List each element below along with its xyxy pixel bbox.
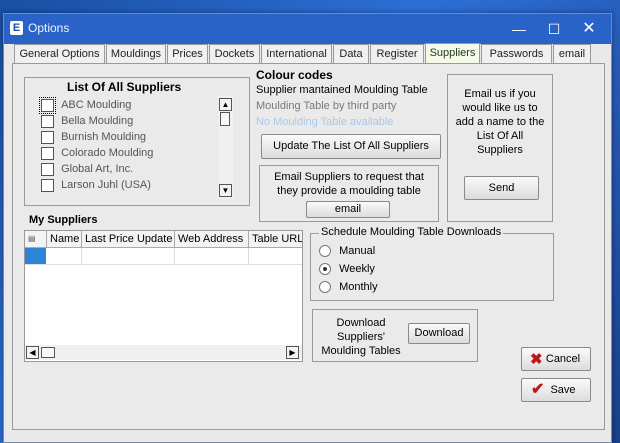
tab-general-options[interactable]: General Options bbox=[14, 44, 105, 63]
radio-button[interactable] bbox=[319, 263, 331, 276]
save-label: Save bbox=[550, 384, 576, 396]
supplier-item[interactable]: Global Art, Inc. bbox=[41, 161, 133, 177]
tab-suppliers[interactable]: Suppliers bbox=[425, 43, 480, 63]
tab-data[interactable]: Data bbox=[333, 44, 369, 63]
radio-manual[interactable]: Manual bbox=[319, 245, 376, 258]
colour-code-not-available: No Moulding Table available bbox=[256, 116, 394, 128]
app-icon: E bbox=[10, 21, 23, 35]
scroll-thumb[interactable] bbox=[220, 112, 230, 126]
scroll-left-icon[interactable]: ◀ bbox=[26, 346, 39, 359]
schedule-title: Schedule Moulding Table Downloads bbox=[319, 226, 504, 238]
column-header-name[interactable]: Name bbox=[47, 231, 82, 247]
supplier-item[interactable]: ABC Moulding bbox=[39, 96, 132, 114]
supplier-item[interactable]: Bella Moulding bbox=[41, 113, 133, 129]
checkbox[interactable] bbox=[41, 146, 54, 160]
my-suppliers-title: My Suppliers bbox=[29, 214, 98, 226]
column-header-web-address[interactable]: Web Address bbox=[175, 231, 249, 247]
download-text: Download Suppliers' Moulding Tables bbox=[321, 317, 401, 357]
tab-dockets[interactable]: Dockets bbox=[209, 44, 260, 63]
download-button[interactable]: Download bbox=[408, 323, 470, 344]
tab-register[interactable]: Register bbox=[370, 44, 424, 63]
checkbox[interactable] bbox=[39, 96, 56, 114]
supplier-item[interactable]: Larson Juhl (USA) bbox=[41, 177, 151, 193]
colour-codes-title: Colour codes bbox=[256, 68, 333, 82]
email-suppliers-group: Email Suppliers to request that they pro… bbox=[259, 165, 439, 222]
minimize-icon[interactable]: — bbox=[504, 18, 534, 40]
email-us-text: Email us if you would like us to add a n… bbox=[455, 88, 545, 156]
all-suppliers-title: List Of All Suppliers bbox=[67, 80, 182, 94]
radio-button[interactable] bbox=[319, 245, 331, 258]
table-row[interactable] bbox=[25, 248, 302, 265]
supplier-label: Colorado Moulding bbox=[61, 147, 154, 159]
my-suppliers-table[interactable]: ▤ Name Last Price Update Web Address Tab… bbox=[24, 230, 303, 362]
scroll-down-icon[interactable]: ▼ bbox=[219, 184, 232, 197]
tab-international[interactable]: International bbox=[261, 44, 332, 63]
radio-monthly[interactable]: Monthly bbox=[319, 281, 378, 294]
schedule-group: Schedule Moulding Table Downloads Manual… bbox=[310, 226, 554, 301]
scroll-right-icon[interactable]: ▶ bbox=[286, 346, 299, 359]
maximize-icon[interactable]: ☐ bbox=[539, 18, 569, 40]
checkbox[interactable] bbox=[41, 114, 54, 128]
email-button[interactable]: email bbox=[306, 201, 390, 218]
horizontal-scrollbar[interactable]: ◀ ▶ bbox=[25, 345, 302, 360]
radio-weekly[interactable]: Weekly bbox=[319, 263, 375, 276]
radio-button[interactable] bbox=[319, 281, 331, 294]
supplier-label: Global Art, Inc. bbox=[61, 163, 134, 175]
suppliers-panel: List Of All Suppliers ABC Moulding Bella… bbox=[12, 63, 605, 430]
update-suppliers-button[interactable]: Update The List Of All Suppliers bbox=[261, 134, 441, 159]
send-button[interactable]: Send bbox=[464, 176, 539, 200]
column-header-table-url[interactable]: Table URL bbox=[249, 231, 302, 247]
vertical-scrollbar[interactable]: ▲ ▼ bbox=[218, 96, 233, 199]
radio-label: Monthly bbox=[339, 281, 378, 293]
cancel-icon: ✖ bbox=[530, 351, 543, 368]
tab-passwords[interactable]: Passwords bbox=[481, 44, 552, 63]
row-select-icon[interactable]: ▤ bbox=[25, 231, 47, 247]
tab-email[interactable]: email bbox=[553, 44, 591, 63]
email-suppliers-text: Email Suppliers to request that they pro… bbox=[274, 171, 424, 197]
save-button[interactable]: ✔ Save bbox=[521, 378, 591, 402]
radio-label: Weekly bbox=[339, 263, 375, 275]
colour-code-third-party: Moulding Table by third party bbox=[256, 100, 397, 112]
supplier-label: Burnish Moulding bbox=[61, 131, 147, 143]
close-icon[interactable]: ✕ bbox=[574, 18, 604, 40]
table-header: ▤ Name Last Price Update Web Address Tab… bbox=[25, 231, 302, 248]
supplier-checklist: ABC Moulding Bella Moulding Burnish Moul… bbox=[39, 96, 216, 199]
scroll-thumb[interactable] bbox=[41, 347, 55, 358]
checkmark-icon: ✔ bbox=[531, 381, 545, 398]
radio-label: Manual bbox=[339, 245, 376, 257]
all-suppliers-group: List Of All Suppliers ABC Moulding Bella… bbox=[24, 77, 250, 206]
window-title: Options bbox=[28, 21, 70, 35]
supplier-label: ABC Moulding bbox=[61, 99, 132, 111]
title-bar[interactable]: E Options — ☐ ✕ bbox=[4, 14, 611, 44]
supplier-label: Larson Juhl (USA) bbox=[61, 179, 151, 191]
column-header-last-price-update[interactable]: Last Price Update bbox=[82, 231, 175, 247]
checkbox[interactable] bbox=[41, 162, 54, 176]
download-group: Download Suppliers' Moulding Tables Down… bbox=[312, 309, 478, 362]
tab-prices[interactable]: Prices bbox=[167, 44, 208, 63]
checkbox[interactable] bbox=[41, 178, 54, 192]
scroll-up-icon[interactable]: ▲ bbox=[219, 98, 232, 111]
cancel-button[interactable]: ✖ Cancel bbox=[521, 347, 591, 371]
row-indicator bbox=[25, 248, 46, 264]
supplier-item[interactable]: Burnish Moulding bbox=[41, 129, 146, 145]
email-us-group: Email us if you would like us to add a n… bbox=[447, 74, 553, 222]
cancel-label: Cancel bbox=[545, 353, 581, 365]
colour-code-maintained: Supplier mantained Moulding Table bbox=[256, 84, 428, 96]
supplier-item[interactable]: Colorado Moulding bbox=[41, 145, 153, 161]
tab-mouldings[interactable]: Mouldings bbox=[106, 44, 166, 63]
checkbox[interactable] bbox=[41, 130, 54, 144]
supplier-label: Bella Moulding bbox=[61, 115, 134, 127]
options-window: E Options — ☐ ✕ General Options Moulding… bbox=[3, 13, 612, 443]
